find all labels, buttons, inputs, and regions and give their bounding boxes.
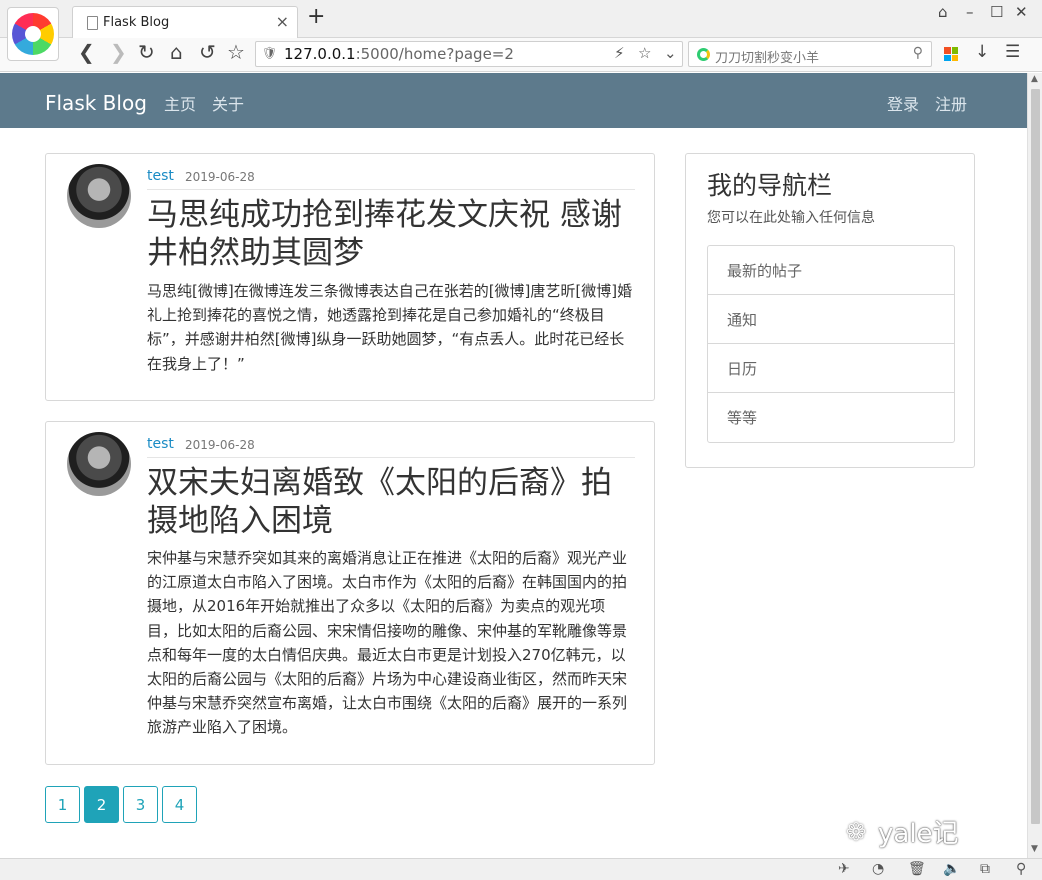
post-card: test 2019-06-28 双宋夫妇离婚致《太阳的后裔》拍摄地陷入困境 宋仲… bbox=[45, 421, 655, 765]
post-title[interactable]: 双宋夫妇离婚致《太阳的后裔》拍摄地陷入困境 bbox=[147, 464, 635, 540]
page-viewport: Flask Blog 主页 关于 登录 注册 test 2019-06-28 马… bbox=[0, 73, 1027, 858]
sidebar-panel: 我的导航栏 您可以在此处输入任何信息 最新的帖子 通知 日历 等等 bbox=[685, 153, 975, 468]
url-text[interactable]: 127.0.0.1:5000/home?page=2 bbox=[284, 45, 514, 63]
browser-tab-bar: Flask Blog × + ⌂ – ☐ ✕ bbox=[0, 0, 1042, 39]
search-box[interactable]: 刀刀切割秒变小羊 ⚲ bbox=[688, 41, 932, 67]
star-icon[interactable]: ☆ bbox=[227, 40, 245, 64]
menu-icon[interactable]: ☰ bbox=[1005, 42, 1020, 62]
search-input[interactable]: 刀刀切割秒变小羊 bbox=[715, 47, 819, 66]
browser-logo[interactable] bbox=[7, 7, 59, 61]
maximize-button[interactable]: ☐ bbox=[990, 3, 1003, 21]
sidebar-item-latest-posts[interactable]: 最新的帖子 bbox=[708, 246, 954, 295]
download-icon[interactable]: ↓ bbox=[975, 42, 989, 62]
page-link-1[interactable]: 1 bbox=[45, 786, 80, 823]
scroll-up-icon[interactable]: ▲ bbox=[1031, 74, 1038, 84]
avatar bbox=[67, 164, 131, 228]
browser-status-bar: ✈ ◔ 🗑 🔈 ⧉ ⚲ bbox=[0, 858, 1042, 880]
post-date: 2019-06-28 bbox=[185, 438, 255, 452]
page-icon bbox=[87, 16, 98, 30]
site-navbar: Flask Blog 主页 关于 登录 注册 bbox=[0, 73, 1027, 128]
sidebar-item-notifications[interactable]: 通知 bbox=[708, 295, 954, 344]
chevron-down-icon[interactable]: ⌄ bbox=[664, 44, 677, 62]
scroll-down-icon[interactable]: ▼ bbox=[1031, 844, 1038, 854]
browser-tab[interactable]: Flask Blog × bbox=[72, 6, 298, 39]
post-card: test 2019-06-28 马思纯成功抢到捧花发文庆祝 感谢井柏然助其圆梦 … bbox=[45, 153, 655, 401]
search-icon[interactable]: ⚲ bbox=[913, 45, 923, 61]
lightning-icon[interactable]: ⚡ bbox=[614, 44, 625, 62]
scrollbar-thumb[interactable] bbox=[1031, 89, 1040, 824]
page-link-3[interactable]: 3 bbox=[123, 786, 158, 823]
shirt-icon[interactable]: ⌂ bbox=[938, 3, 948, 21]
nav-link-register[interactable]: 注册 bbox=[935, 91, 967, 115]
post-date: 2019-06-28 bbox=[185, 170, 255, 184]
address-bar[interactable]: 🛡 127.0.0.1:5000/home?page=2 ⚡ ☆ ⌄ bbox=[255, 41, 683, 67]
avatar bbox=[67, 432, 131, 496]
nav-link-home[interactable]: 主页 bbox=[164, 91, 196, 115]
page-link-2-current[interactable]: 2 bbox=[84, 786, 119, 823]
page-link-4[interactable]: 4 bbox=[162, 786, 197, 823]
search-engine-icon bbox=[697, 48, 710, 61]
new-tab-button[interactable]: + bbox=[307, 4, 325, 29]
post-author-link[interactable]: test bbox=[147, 436, 174, 452]
post-content: 宋仲基与宋慧乔突如其来的离婚消息让正在推进《太阳的后裔》观光产业的江原道太白市陷… bbox=[147, 549, 628, 737]
vertical-scrollbar[interactable]: ▲ ▼ bbox=[1027, 73, 1042, 858]
sidebar-list: 最新的帖子 通知 日历 等等 bbox=[707, 245, 955, 443]
site-brand[interactable]: Flask Blog bbox=[45, 91, 147, 115]
pin-icon[interactable]: ✈ bbox=[838, 861, 850, 877]
apps-grid-icon[interactable] bbox=[944, 47, 958, 61]
minimize-button[interactable]: – bbox=[966, 3, 974, 21]
post-content: 马思纯[微博]在微博连发三条微博表达自己在张若的[微博]唐艺昕[微博]婚礼上抢到… bbox=[147, 282, 633, 373]
post-author-link[interactable]: test bbox=[147, 168, 174, 184]
sidebar-item-etc[interactable]: 等等 bbox=[708, 393, 954, 442]
post-title[interactable]: 马思纯成功抢到捧花发文庆祝 感谢井柏然助其圆梦 bbox=[147, 196, 635, 272]
bookmark-star-icon[interactable]: ☆ bbox=[638, 44, 651, 62]
nav-link-login[interactable]: 登录 bbox=[887, 91, 919, 115]
lock-icon: 🛡 bbox=[262, 46, 278, 60]
browser-toolbar: ❮ ❯ ↻ ⌂ ↺ ☆ 🛡 127.0.0.1:5000/home?page=2… bbox=[0, 38, 1042, 72]
forward-icon[interactable]: ❯ bbox=[110, 40, 127, 64]
back-icon[interactable]: ❮ bbox=[78, 40, 95, 64]
wechat-icon: ❁ bbox=[846, 818, 867, 846]
reload-icon[interactable]: ↻ bbox=[138, 40, 155, 64]
speed-icon[interactable]: ◔ bbox=[872, 861, 884, 877]
tab-title: Flask Blog bbox=[103, 15, 170, 30]
trash-icon[interactable]: 🗑 bbox=[908, 861, 926, 877]
color-wheel-icon bbox=[12, 13, 54, 55]
close-tab-icon[interactable]: × bbox=[276, 12, 289, 31]
sidebar-item-calendar[interactable]: 日历 bbox=[708, 344, 954, 393]
sidebar-description: 您可以在此处输入任何信息 bbox=[707, 210, 875, 226]
watermark-text: yale记 bbox=[878, 819, 959, 849]
post-meta: test 2019-06-28 bbox=[147, 168, 635, 190]
zoom-icon[interactable]: ⚲ bbox=[1016, 861, 1026, 877]
pagination: 1 2 3 4 bbox=[45, 786, 201, 823]
undo-icon[interactable]: ↺ bbox=[199, 40, 216, 64]
sidebar-title: 我的导航栏 bbox=[707, 171, 833, 200]
post-meta: test 2019-06-28 bbox=[147, 436, 635, 458]
nav-link-about[interactable]: 关于 bbox=[212, 91, 244, 115]
home-icon[interactable]: ⌂ bbox=[170, 40, 183, 64]
window-icon[interactable]: ⧉ bbox=[980, 861, 990, 877]
close-window-button[interactable]: ✕ bbox=[1015, 3, 1028, 21]
volume-icon[interactable]: 🔈 bbox=[943, 861, 960, 877]
